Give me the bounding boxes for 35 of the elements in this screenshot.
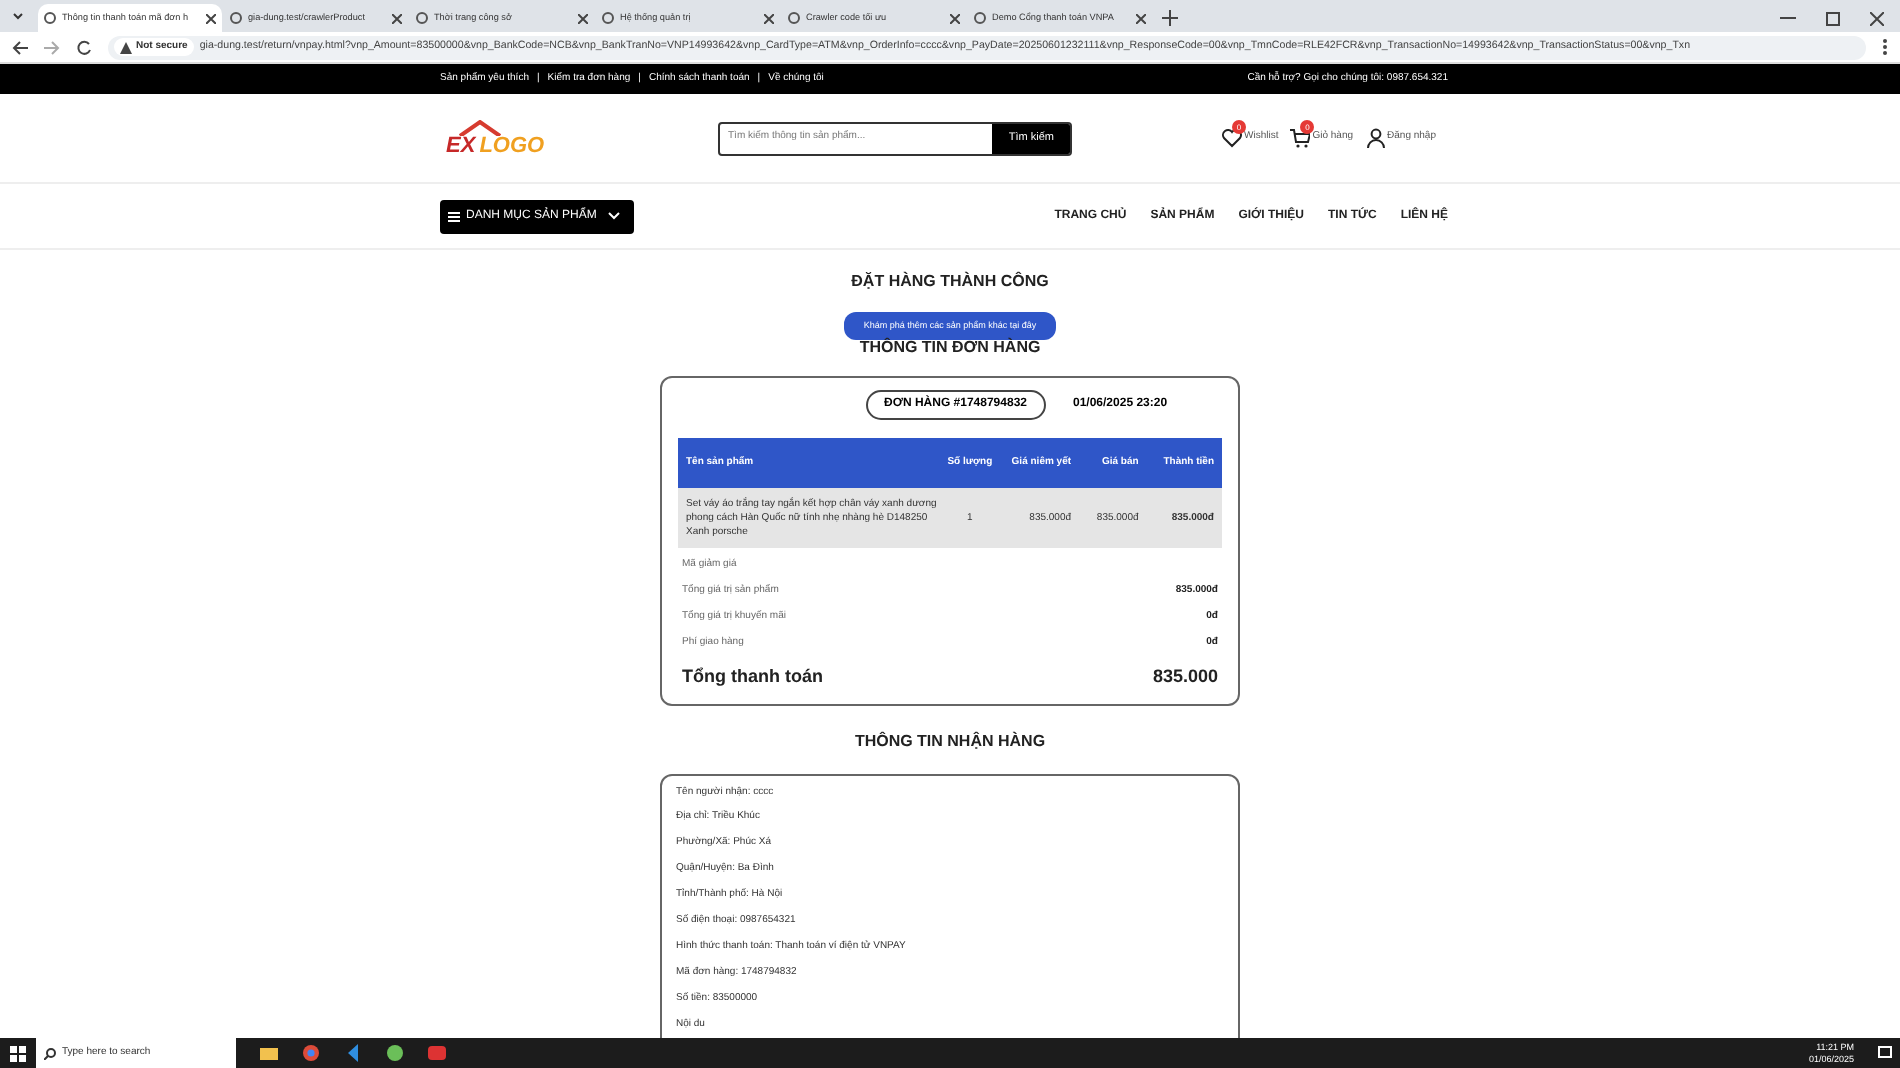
close-icon[interactable]: [1136, 13, 1146, 23]
search-icon: [44, 1047, 56, 1059]
close-icon[interactable]: [206, 13, 216, 23]
new-tab-icon[interactable]: [1162, 10, 1178, 26]
maximize-icon[interactable]: [1826, 12, 1840, 26]
page-title: ĐẶT HÀNG THÀNH CÔNG: [851, 270, 1049, 294]
more-icon[interactable]: [1882, 38, 1888, 56]
menu-icon: [448, 211, 460, 221]
address-bar[interactable]: [108, 35, 1866, 59]
round-app-icon[interactable]: [386, 1044, 404, 1062]
notification-icon[interactable]: [1878, 1046, 1892, 1060]
logo-text: EX: [446, 135, 476, 157]
code-editor-icon[interactable]: [344, 1044, 362, 1062]
close-icon[interactable]: [950, 13, 960, 23]
total-label: Tổng thanh toán: [682, 664, 823, 690]
close-icon[interactable]: [1870, 12, 1884, 26]
back-icon[interactable]: [12, 39, 28, 55]
reload-icon[interactable]: [76, 39, 92, 55]
browser-icon[interactable]: [302, 1044, 320, 1062]
house-roof-icon: [458, 119, 502, 135]
user-icon: [1365, 128, 1386, 148]
total-value: 835.000: [1152, 664, 1218, 690]
close-icon[interactable]: [392, 13, 402, 23]
rounded-app-icon[interactable]: [428, 1044, 446, 1062]
folder-icon[interactable]: [260, 1044, 278, 1062]
chevron-down-icon: [608, 212, 621, 220]
section-title: THÔNG TIN ĐƠN HÀNG: [859, 336, 1041, 360]
windows-icon[interactable]: [10, 1045, 26, 1061]
section-title: THÔNG TIN NHẬN HÀNG: [854, 729, 1046, 753]
logo-text: LOGO: [479, 135, 545, 157]
cart-icon: [1290, 128, 1311, 148]
close-icon[interactable]: [764, 13, 774, 23]
close-icon[interactable]: [578, 13, 588, 23]
heart-icon: [1222, 128, 1242, 148]
warning-icon: [120, 41, 132, 53]
